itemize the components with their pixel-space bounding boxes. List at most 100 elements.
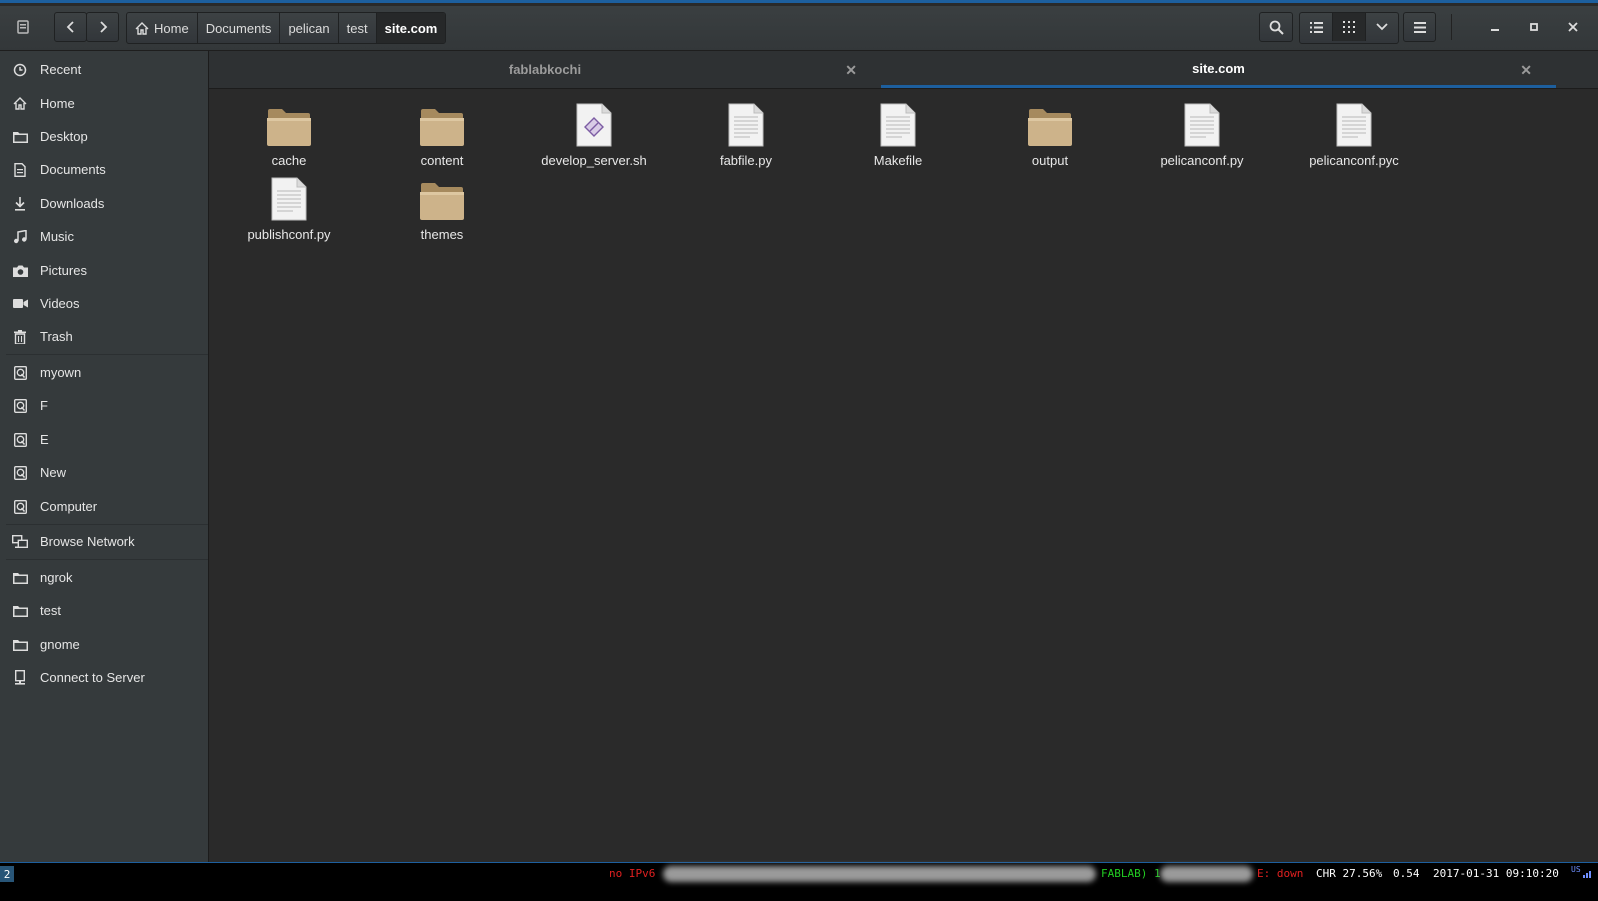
sidebar-item-label: Documents — [40, 162, 106, 177]
tab-label: site.com — [1192, 60, 1245, 76]
download-icon — [0, 196, 40, 211]
sidebar-item-browse-network[interactable]: Browse Network — [0, 525, 208, 558]
file-name: themes — [420, 227, 464, 242]
sidebar-item-connect-to-server[interactable]: Connect to Server — [0, 661, 208, 694]
file-item-develop-server-sh[interactable]: develop_server.sh — [519, 99, 669, 169]
clock-icon — [0, 63, 40, 77]
sidebar-item-label: Trash — [40, 329, 73, 344]
breadcrumb-documents[interactable]: Documents — [198, 13, 281, 43]
file-view: cache content develop_server.sh fabfile.… — [209, 89, 1598, 865]
sidebar-item-pictures[interactable]: Pictures — [0, 254, 208, 287]
close-tab-icon[interactable]: ✕ — [845, 62, 857, 79]
sidebar-item-label: Browse Network — [40, 534, 135, 549]
sidebar-item-new[interactable]: New — [0, 456, 208, 489]
file-item-content[interactable]: content — [367, 99, 517, 169]
menu-button[interactable] — [1403, 12, 1436, 42]
text-file-icon — [1178, 99, 1226, 147]
maximize-button[interactable] — [1517, 12, 1551, 42]
breadcrumb: Home Documents pelican test site.com — [126, 12, 447, 44]
text-file-icon — [722, 99, 770, 147]
ipv6-status: no IPv6 — [609, 867, 656, 880]
file-name: cache — [271, 153, 307, 168]
sidebar-item-myown[interactable]: myown — [0, 356, 208, 389]
forward-button[interactable] — [86, 12, 119, 42]
redacted-region — [1160, 866, 1253, 882]
file-item-themes[interactable]: themes — [367, 173, 517, 243]
grid-view-icon — [1343, 21, 1355, 33]
sidebar-item-desktop[interactable]: Desktop — [0, 120, 208, 153]
sidebar-item-computer[interactable]: Computer — [0, 490, 208, 523]
view-switcher — [1299, 12, 1399, 44]
sidebar-item-recent[interactable]: Recent — [0, 53, 208, 86]
grid-view-button[interactable] — [1333, 13, 1366, 41]
file-item-pelicanconf-pyc[interactable]: pelicanconf.pyc — [1279, 99, 1429, 169]
breadcrumb-pelican[interactable]: pelican — [280, 13, 339, 43]
server-icon — [0, 670, 40, 685]
breadcrumb-site-com[interactable]: site.com — [376, 13, 446, 43]
sidebar-item-home[interactable]: Home — [0, 87, 208, 120]
folder-icon — [0, 572, 40, 584]
app-menu-icon[interactable] — [6, 12, 40, 42]
tab-fablabkochi[interactable]: fablabkochi ✕ — [209, 51, 881, 88]
sidebar-item-label: Videos — [40, 296, 80, 311]
sidebar-item-gnome[interactable]: gnome — [0, 628, 208, 661]
minimize-button[interactable] — [1478, 12, 1512, 42]
file-item-cache[interactable]: cache — [214, 99, 364, 169]
breadcrumb-test[interactable]: test — [339, 13, 377, 43]
file-item-makefile[interactable]: Makefile — [823, 99, 973, 169]
sidebar-item-trash[interactable]: Trash — [0, 320, 208, 353]
sidebar-item-test[interactable]: test — [0, 594, 208, 627]
back-button[interactable] — [54, 12, 87, 42]
sidebar-item-documents[interactable]: Documents — [0, 153, 208, 186]
sidebar-item-downloads[interactable]: Downloads — [0, 187, 208, 220]
drive-icon — [0, 465, 40, 480]
file-item-publishconf-py[interactable]: publishconf.py — [214, 173, 364, 243]
list-view-button[interactable] — [1300, 13, 1333, 41]
workspace-indicator[interactable]: 2 — [0, 866, 14, 882]
sidebar-item-label: Desktop — [40, 129, 88, 144]
close-window-button[interactable] — [1556, 12, 1590, 42]
header-separator — [1451, 14, 1452, 40]
close-icon — [1568, 22, 1578, 32]
header-bar: Home Documents pelican test site.com — [0, 6, 1598, 51]
file-name: pelicanconf.pyc — [1309, 153, 1399, 168]
folder-icon — [0, 131, 40, 143]
chevron-down-icon — [1376, 23, 1388, 31]
list-view-icon — [1309, 21, 1323, 33]
script-file-icon — [570, 99, 618, 147]
sidebar: Recent Home Desktop Documents Downloads … — [0, 51, 209, 865]
sidebar-separator — [6, 354, 208, 355]
text-file-icon — [874, 99, 922, 147]
search-button[interactable] — [1259, 12, 1293, 42]
sidebar-item-music[interactable]: Music — [0, 220, 208, 253]
sidebar-item-label: gnome — [40, 637, 80, 652]
status-bar: 2 no IPv6 FABLAB) 1 E: down CHR 27.56% 0… — [0, 862, 1598, 901]
file-name: output — [1031, 153, 1069, 168]
breadcrumb-home[interactable]: Home — [127, 13, 198, 43]
trash-icon — [0, 329, 40, 344]
file-name: pelicanconf.py — [1160, 153, 1244, 168]
sidebar-item-videos[interactable]: Videos — [0, 287, 208, 320]
file-item-output[interactable]: output — [975, 99, 1125, 169]
tab-site-com[interactable]: site.com ✕ — [881, 51, 1556, 88]
folder-icon — [418, 99, 466, 147]
file-item-pelicanconf-py[interactable]: pelicanconf.py — [1127, 99, 1277, 169]
sidebar-item-label: Downloads — [40, 196, 105, 211]
file-name: content — [420, 153, 464, 168]
sidebar-item-e[interactable]: E — [0, 423, 208, 456]
file-name: develop_server.sh — [541, 153, 647, 168]
folder-icon — [0, 605, 40, 617]
file-name: Makefile — [873, 153, 923, 168]
chevron-right-icon — [99, 21, 107, 33]
sidebar-item-label: Computer — [40, 499, 98, 514]
sidebar-item-ngrok[interactable]: ngrok — [0, 561, 208, 594]
folder-icon — [0, 639, 40, 651]
file-item-fabfile-py[interactable]: fabfile.py — [671, 99, 821, 169]
view-options-button[interactable] — [1366, 13, 1398, 41]
network-icon — [0, 534, 40, 549]
sidebar-item-f[interactable]: F — [0, 389, 208, 422]
close-tab-icon[interactable]: ✕ — [1520, 62, 1532, 79]
sidebar-item-label: test — [40, 603, 61, 618]
sidebar-item-label: E — [40, 432, 49, 447]
sidebar-item-label: Connect to Server — [40, 670, 145, 685]
